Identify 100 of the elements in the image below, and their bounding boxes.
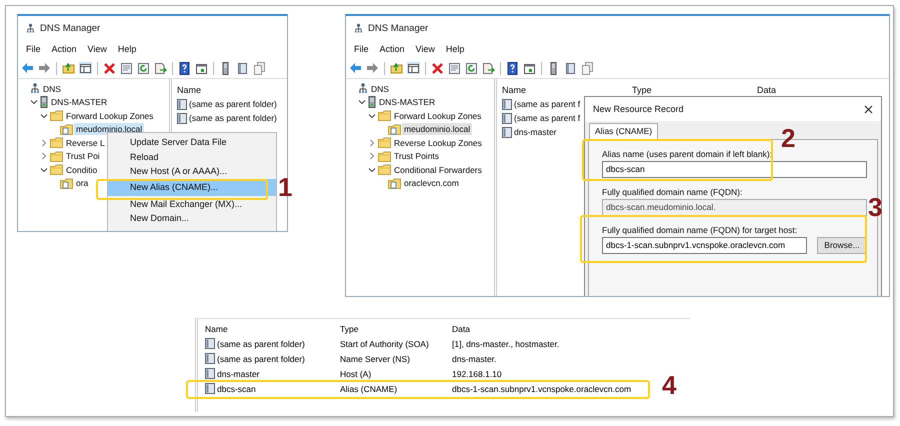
collapse-chevron-icon[interactable] (368, 166, 376, 174)
menu-option[interactable]: New Mail Exchanger (MX)... (108, 198, 276, 210)
menu-item[interactable]: File (354, 44, 369, 54)
expand-chevron-icon[interactable] (368, 138, 376, 147)
browse-button[interactable]: Browse... (817, 237, 867, 254)
text-field[interactable]: dbcs-scan.meudominio.local. (602, 199, 867, 216)
window-icon[interactable] (195, 62, 208, 74)
menu-item[interactable]: Help (118, 44, 136, 54)
step-number: 2 (781, 123, 796, 153)
column-header[interactable]: Type (632, 84, 757, 94)
table-cell: dns-master (217, 368, 260, 378)
properties-icon[interactable] (120, 62, 133, 74)
text-field[interactable]: dbcs-1-scan.subnprv1.vcnspoke.oraclevcn.com (602, 237, 807, 254)
tree-item[interactable]: Reverse L (64, 136, 107, 149)
pages-icon[interactable] (253, 62, 266, 74)
app-icon (26, 22, 35, 34)
collapse-chevron-icon[interactable] (358, 98, 366, 106)
tree-item[interactable]: DNS (369, 82, 391, 95)
menu-item[interactable]: File (26, 44, 41, 54)
record-icon (177, 112, 187, 124)
record-icon (205, 368, 215, 379)
console-tree-icon[interactable] (79, 62, 92, 74)
forward-icon[interactable] (366, 62, 379, 74)
record-icon (502, 112, 512, 124)
column-header[interactable]: Name (502, 84, 632, 94)
export-icon[interactable] (154, 62, 167, 74)
menu-item[interactable]: Action (380, 44, 405, 54)
forward-icon[interactable] (38, 62, 51, 74)
close-icon[interactable] (864, 104, 873, 114)
dialog-tab[interactable]: Alias (CNAME) (589, 123, 658, 139)
tree-item[interactable]: Reverse Lookup Zones (392, 136, 484, 149)
folder-up-icon[interactable] (390, 62, 403, 74)
record-name: (same as parent f (514, 99, 580, 109)
menu-option[interactable]: Update Server Data File (108, 136, 276, 148)
pages-icon[interactable] (581, 62, 594, 74)
zone-folder-icon (60, 124, 73, 135)
text-field[interactable]: dbcs-scan (602, 161, 867, 178)
collapse-chevron-icon[interactable] (368, 112, 376, 120)
folder-icon (378, 137, 391, 148)
refresh-icon[interactable] (137, 62, 150, 74)
table-cell: (same as parent folder) (217, 354, 305, 364)
table-cell: dbcs-scan (217, 384, 256, 394)
dialog-title: New Resource Record (593, 104, 684, 114)
record-icon (205, 383, 215, 394)
step-number: 3 (868, 192, 882, 222)
menu-item[interactable]: Help (446, 44, 464, 54)
column-header[interactable]: Name (205, 324, 340, 334)
tree-item[interactable]: Forward Lookup Zones (392, 110, 484, 122)
menu-item[interactable]: Action (52, 44, 77, 54)
field-label: Fully qualified domain name (FQDN): (602, 186, 744, 199)
refresh-icon[interactable] (465, 62, 478, 74)
tree-item[interactable]: Forward Lookup Zones (64, 110, 156, 122)
page-icon[interactable] (236, 62, 249, 74)
table-cell: dns-master. (452, 354, 496, 364)
tree-item[interactable]: oraclevcn.com (402, 177, 461, 190)
column-header[interactable]: Data (757, 84, 776, 94)
window-title: DNS Manager (40, 22, 100, 34)
tree-item[interactable]: Conditio (64, 164, 100, 176)
expand-chevron-icon[interactable] (40, 152, 48, 160)
console-tree-icon[interactable] (407, 62, 420, 74)
tree-item[interactable]: Trust Points (392, 150, 442, 162)
back-icon[interactable] (349, 62, 362, 74)
menu-option[interactable]: Reload (108, 150, 276, 163)
zone-folder-icon (388, 124, 401, 135)
tree-item[interactable]: Trust Poi (64, 150, 102, 162)
tree-item[interactable]: DNS (41, 82, 63, 95)
column-header[interactable]: Data (452, 324, 690, 334)
window-icon[interactable] (523, 62, 536, 74)
collapse-chevron-icon[interactable] (30, 98, 38, 106)
folder-icon (50, 137, 63, 148)
tree-item[interactable]: DNS-MASTER (377, 96, 438, 108)
menu-item[interactable]: View (416, 44, 435, 54)
menu-option[interactable]: New Host (A or AAAA)... (108, 164, 276, 177)
delete-icon[interactable] (103, 62, 116, 74)
folder-icon (378, 110, 391, 122)
field-label: Alias name (uses parent domain if left blank): (602, 148, 774, 161)
delete-icon[interactable] (431, 62, 444, 74)
help-icon[interactable] (506, 62, 519, 74)
tree-item[interactable]: meudominio.local (402, 123, 472, 136)
expand-chevron-icon[interactable] (368, 152, 376, 160)
collapse-chevron-icon[interactable] (40, 166, 48, 174)
properties-icon[interactable] (448, 62, 461, 74)
field-label: Fully qualified domain name (FQDN) for target host: (602, 224, 798, 237)
back-icon[interactable] (21, 62, 34, 74)
step-number: 4 (662, 370, 676, 400)
column-header[interactable]: Name (177, 84, 287, 94)
menu-item[interactable]: View (88, 44, 107, 54)
tree-item[interactable]: DNS-MASTER (49, 96, 110, 108)
help-icon[interactable] (178, 62, 191, 74)
export-icon[interactable] (482, 62, 495, 74)
zone-folder-icon (60, 178, 73, 189)
folder-up-icon[interactable] (62, 62, 75, 74)
collapse-chevron-icon[interactable] (40, 112, 48, 120)
tree-item[interactable]: ora (74, 177, 90, 190)
record-icon (205, 353, 215, 364)
column-header[interactable]: Type (340, 324, 452, 334)
page-icon[interactable] (564, 62, 577, 74)
expand-chevron-icon[interactable] (40, 138, 48, 147)
tree-item[interactable]: Conditional Forwarders (392, 164, 484, 176)
menu-option[interactable]: New Domain... (108, 212, 276, 224)
